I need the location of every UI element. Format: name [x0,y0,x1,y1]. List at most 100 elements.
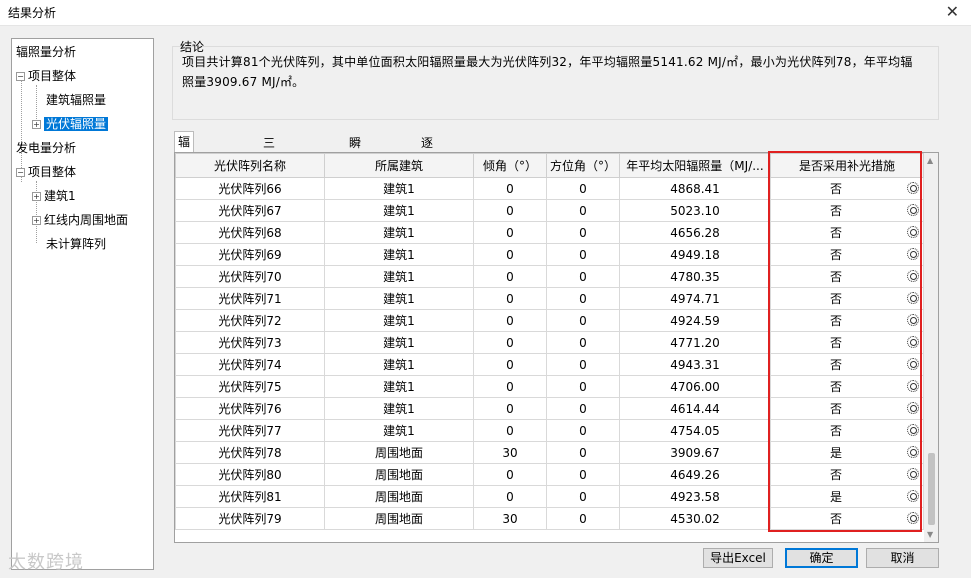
cell-supplementary-light: 否 [770,353,924,376]
cell-tilt: 0 [473,287,547,310]
supplementary-light-value: 否 [829,226,842,240]
supplementary-light-value: 是 [829,490,842,504]
tree-item-irradiance-analysis[interactable]: 辐照量分析 [16,42,76,62]
table-row[interactable]: 光伏阵列81 周围地面 0 0 4923.58 是 [175,485,924,508]
settings-gear-icon[interactable] [907,182,919,194]
settings-gear-icon[interactable] [907,336,919,348]
ok-button[interactable]: 确定 [785,548,858,568]
expand-icon[interactable]: + [32,192,41,201]
table-row[interactable]: 光伏阵列67 建筑1 0 0 5023.10 否 [175,199,924,222]
column-header-annual-irradiance[interactable]: 年平均太阳辐照量（MJ/... [619,153,771,178]
table-row[interactable]: 光伏阵列69 建筑1 0 0 4949.18 否 [175,243,924,266]
tree-item-uncalculated-arrays[interactable]: 未计算阵列 [46,234,106,254]
column-header-azimuth[interactable]: 方位角（°） [546,153,620,178]
cell-array-name: 光伏阵列66 [175,177,325,200]
tab-instant-irradiance[interactable]: 瞬时辐照量 [346,133,364,230]
tab-statistics-table[interactable]: 辐照量统计表 [174,131,195,249]
cell-azimuth: 0 [546,485,620,508]
tab-monthly-irradiance[interactable]: 逐月辐照量 [418,133,436,230]
expand-icon[interactable]: + [32,216,41,225]
conclusion-group: 结论 项目共计算81个光伏阵列，其中单位面积太阳辐照量最大为光伏阵列32，年平均… [172,38,939,120]
table-row[interactable]: 光伏阵列79 周围地面 30 0 4530.02 否 [175,507,924,530]
tree-item-label: 项目整体 [28,69,77,83]
tree-item-project-overall-2[interactable]: − 项目整体 [16,162,76,182]
settings-gear-icon[interactable] [907,512,919,524]
cell-azimuth: 0 [546,507,620,530]
collapse-icon[interactable]: − [16,72,25,81]
column-header-supplementary-light[interactable]: 是否采用补光措施 [770,153,924,178]
cell-building: 建筑1 [324,221,474,244]
column-header-building[interactable]: 所属建筑 [324,153,474,178]
cell-building: 建筑1 [324,199,474,222]
cell-annual-irradiance: 4868.41 [619,177,771,200]
column-header-array-name[interactable]: 光伏阵列名称 [175,153,325,178]
column-header-tilt[interactable]: 倾角（°） [473,153,547,178]
collapse-icon[interactable]: − [16,168,25,177]
supplementary-light-value: 否 [829,204,842,218]
cell-annual-irradiance: 4923.58 [619,485,771,508]
close-icon[interactable]: ✕ [946,2,959,21]
cell-annual-irradiance: 4614.44 [619,397,771,420]
settings-gear-icon[interactable] [907,424,919,436]
cell-array-name: 光伏阵列79 [175,507,325,530]
cell-annual-irradiance: 4949.18 [619,243,771,266]
tree-item-redline-ground[interactable]: + 红线内周围地面 [32,210,128,230]
table-header-row: 光伏阵列名称 所属建筑 倾角（°） 方位角（°） 年平均太阳辐照量（MJ/...… [175,153,924,178]
tree-item-generation-analysis[interactable]: 发电量分析 [16,138,76,158]
supplementary-light-value: 否 [829,512,842,526]
table-row[interactable]: 光伏阵列78 周围地面 30 0 3909.67 是 [175,441,924,464]
settings-gear-icon[interactable] [907,270,919,282]
cell-array-name: 光伏阵列72 [175,309,325,332]
table-row[interactable]: 光伏阵列72 建筑1 0 0 4924.59 否 [175,309,924,332]
settings-gear-icon[interactable] [907,402,919,414]
table-row[interactable]: 光伏阵列70 建筑1 0 0 4780.35 否 [175,265,924,288]
table-row[interactable]: 光伏阵列71 建筑1 0 0 4974.71 否 [175,287,924,310]
settings-gear-icon[interactable] [907,358,919,370]
settings-gear-icon[interactable] [907,490,919,502]
table-row[interactable]: 光伏阵列77 建筑1 0 0 4754.05 否 [175,419,924,442]
cell-building: 周围地面 [324,463,474,486]
table-row[interactable]: 光伏阵列66 建筑1 0 0 4868.41 否 [175,177,924,200]
cell-supplementary-light: 否 [770,375,924,398]
expand-icon[interactable]: + [32,120,41,129]
vertical-scrollbar[interactable]: ▲ ▼ [924,153,938,542]
cell-array-name: 光伏阵列68 [175,221,325,244]
cell-azimuth: 0 [546,331,620,354]
table-row[interactable]: 光伏阵列73 建筑1 0 0 4771.20 否 [175,331,924,354]
tab-3d-irradiance-map[interactable]: 三维辐照彩图 [260,133,278,250]
settings-gear-icon[interactable] [907,248,919,260]
tree-item-building-irradiance[interactable]: 建筑辐照量 [46,90,106,110]
table-row[interactable]: 光伏阵列68 建筑1 0 0 4656.28 否 [175,221,924,244]
table-row[interactable]: 光伏阵列75 建筑1 0 0 4706.00 否 [175,375,924,398]
cell-tilt: 0 [473,331,547,354]
tree-item-project-overall[interactable]: − 项目整体 [16,66,76,86]
scroll-up-icon[interactable]: ▲ [927,156,933,165]
export-excel-button[interactable]: 导出Excel [703,548,773,568]
settings-gear-icon[interactable] [907,226,919,238]
tree-item-building1[interactable]: + 建筑1 [32,186,76,206]
scrollbar-thumb[interactable] [928,453,935,525]
supplementary-light-value: 否 [829,424,842,438]
cell-tilt: 0 [473,353,547,376]
settings-gear-icon[interactable] [907,380,919,392]
cell-tilt: 0 [473,375,547,398]
settings-gear-icon[interactable] [907,446,919,458]
settings-gear-icon[interactable] [907,468,919,480]
tree-item-pv-irradiance[interactable]: + 光伏辐照量 [32,114,109,134]
cell-tilt: 0 [473,221,547,244]
supplementary-light-value: 否 [829,402,842,416]
table-row[interactable]: 光伏阵列76 建筑1 0 0 4614.44 否 [175,397,924,420]
table-row[interactable]: 光伏阵列80 周围地面 0 0 4649.26 否 [175,463,924,486]
cell-array-name: 光伏阵列74 [175,353,325,376]
cell-annual-irradiance: 4974.71 [619,287,771,310]
cell-supplementary-light: 否 [770,463,924,486]
cell-building: 建筑1 [324,265,474,288]
settings-gear-icon[interactable] [907,292,919,304]
cancel-button[interactable]: 取消 [866,548,939,568]
cell-azimuth: 0 [546,463,620,486]
cell-annual-irradiance: 4771.20 [619,331,771,354]
table-row[interactable]: 光伏阵列74 建筑1 0 0 4943.31 否 [175,353,924,376]
settings-gear-icon[interactable] [907,204,919,216]
settings-gear-icon[interactable] [907,314,919,326]
scroll-down-icon[interactable]: ▼ [927,530,933,539]
